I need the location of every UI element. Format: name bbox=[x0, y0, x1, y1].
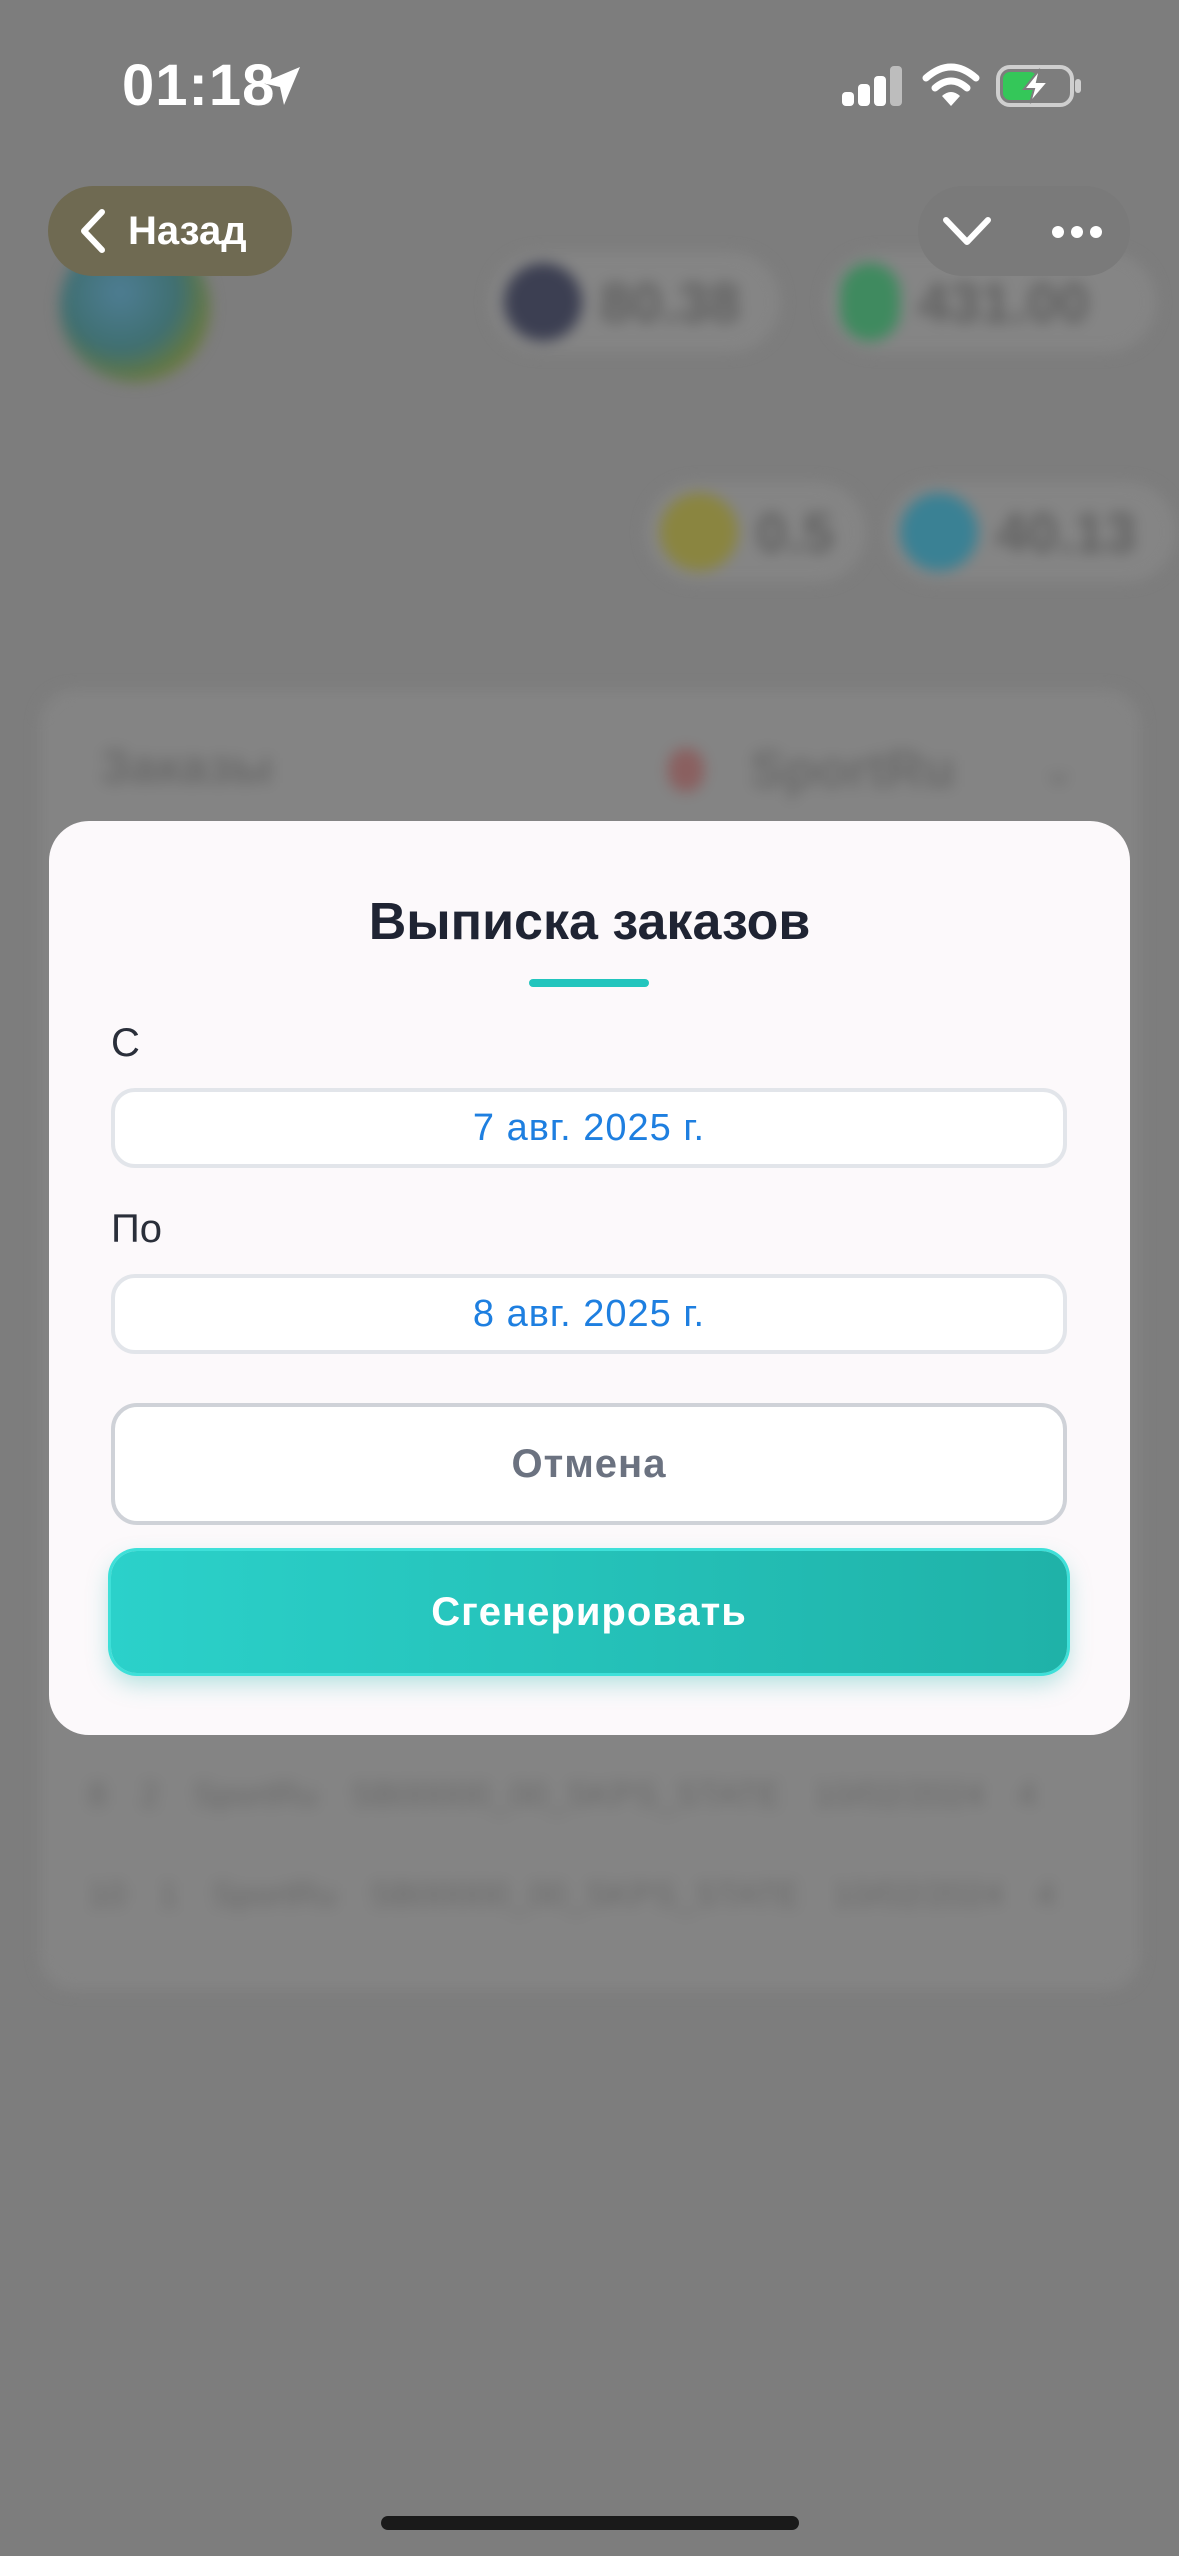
generate-button[interactable]: Сгенерировать bbox=[111, 1551, 1067, 1673]
to-label: По bbox=[111, 1207, 162, 1251]
coin-icon bbox=[504, 263, 582, 341]
chevron-down-icon[interactable] bbox=[942, 212, 992, 252]
from-label: С bbox=[111, 1021, 140, 1065]
cancel-button[interactable]: Отмена bbox=[111, 1403, 1067, 1525]
location-arrow-icon bbox=[262, 67, 300, 105]
orders-card-title: Заказы bbox=[100, 741, 273, 794]
battery-charging-icon bbox=[996, 65, 1081, 107]
status-time: 01:18 bbox=[122, 53, 276, 118]
from-date-field[interactable]: 7 авг. 2025 г. bbox=[111, 1088, 1067, 1168]
filter-icon bbox=[668, 748, 704, 792]
balance-pill: 0.5 bbox=[646, 482, 866, 582]
dialog-title: Выписка заказов bbox=[368, 893, 811, 951]
cellular-signal-icon bbox=[842, 66, 902, 106]
balance-pill: 80.38 bbox=[490, 252, 780, 352]
back-button[interactable]: Назад bbox=[48, 186, 292, 276]
more-icon[interactable] bbox=[1052, 222, 1102, 242]
orders-filter: SportRu bbox=[750, 741, 956, 799]
to-date-field[interactable]: 8 авг. 2025 г. bbox=[111, 1274, 1067, 1354]
orders-statement-dialog: Выписка заказов С 7 авг. 2025 г. По 8 ав… bbox=[49, 821, 1130, 1735]
balance-value: 80.38 bbox=[600, 270, 741, 334]
coin-icon bbox=[660, 493, 738, 571]
table-row: 10 1 SportRu SB00000_00_SKPS_STATE 10/02… bbox=[88, 1876, 1056, 1914]
status-bar: 01:18 bbox=[0, 0, 1179, 170]
balance-value: 0.5 bbox=[756, 500, 834, 564]
coin-icon bbox=[840, 263, 900, 341]
balance-value: 40.13 bbox=[996, 500, 1137, 564]
balance-value: 431.00 bbox=[918, 270, 1090, 334]
title-underline bbox=[529, 979, 649, 987]
chevron-down-icon: ⌄ bbox=[1040, 745, 1077, 794]
home-indicator[interactable] bbox=[381, 2516, 799, 2530]
balance-pill: 40.13 bbox=[886, 482, 1176, 582]
back-label: Назад bbox=[128, 208, 247, 253]
chevron-left-icon bbox=[81, 209, 105, 253]
wifi-icon bbox=[922, 63, 980, 106]
coin-icon bbox=[900, 493, 978, 571]
table-row: 8 2 SportRu SB00000_00_SKPS_STATE 10/02/… bbox=[88, 1776, 1037, 1814]
